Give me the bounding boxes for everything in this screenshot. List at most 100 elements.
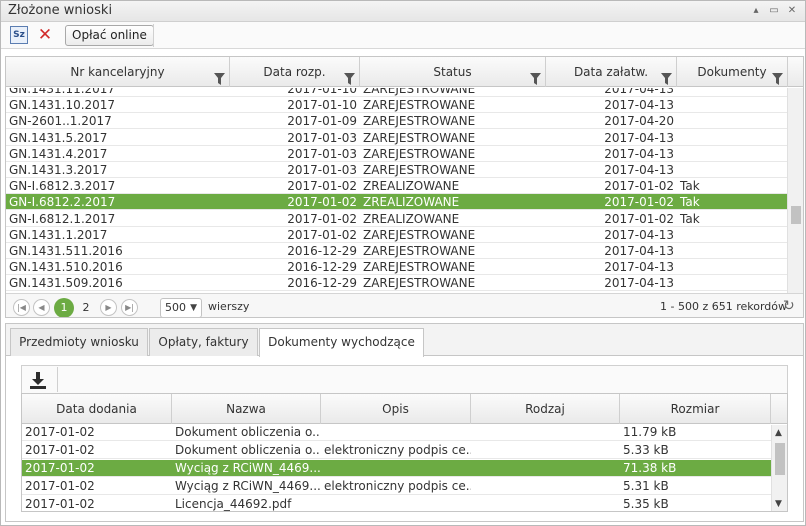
page-1-button[interactable]: 1 [54,298,74,317]
prev-page-icon[interactable]: ◀ [33,299,50,316]
pager: |◀ ◀ 1 2 ▶ ▶| 500 ▼ wierszy 1 - 500 z 65… [6,293,803,317]
table-row[interactable]: GN-I.6812.3.2017 2017-01-02 ZREALIZOWANE 20… [6,178,787,195]
filter-icon[interactable] [214,66,225,85]
table-cell: 2017-01-02 [25,497,95,511]
table-cell: 71.38 kB [623,461,677,475]
table-cell [677,146,787,162]
table-cell: ZAREJESTROWANE [363,88,476,96]
table-cell: 2017-04-13 [604,260,674,275]
filter-icon[interactable] [772,66,783,85]
table-row[interactable]: GN-I.6812.2.2017 2017-01-02 ZREALIZOWANE 20… [6,194,787,211]
table-cell: Wyciąg z RCiWN_4469... [175,461,321,475]
table-cell: 2017-01-03 [287,146,357,161]
table-cell: 2017-01-10 [287,88,357,96]
table-row[interactable]: GN.1431.4.2017 2017-01-03 ZAREJESTROWANE 20… [6,146,787,162]
tab-payments[interactable]: Opłaty, faktury [149,328,258,356]
table-cell: ZAREJESTROWANE [363,130,476,145]
column-header[interactable]: Status [360,57,546,87]
table-cell: 2017-01-03 [287,163,357,177]
column-header[interactable]: Rozmiar [620,394,771,424]
table-cell: ZAREJESTROWANE [363,276,476,291]
scrollbar-thumb[interactable] [775,443,785,475]
column-header[interactable]: Data dodania [22,394,172,424]
table-cell: 2017-01-02 [287,179,357,194]
table-row[interactable]: GN.1431.5.2017 2017-01-03 ZAREJESTROWANE 20… [6,130,787,146]
collapse-icon[interactable]: ▴ [749,4,763,18]
tab-items[interactable]: Przedmioty wniosku [10,328,148,356]
table-cell: 2017-01-02 [25,461,95,475]
column-header[interactable]: Opis [321,394,471,424]
column-header[interactable]: Nr kancelaryjny [6,57,230,87]
column-header[interactable]: Data rozp. [230,57,360,87]
table-cell: 2017-04-13 [604,88,674,96]
column-header[interactable]: Rodzaj [471,394,620,424]
table-row[interactable]: 2017-01-02 Dokument obliczenia o... 11.79 … [22,425,771,441]
table-row[interactable]: GN.1431.3.2017 2017-01-03 ZAREJESTROWANE 20… [6,162,787,178]
column-header[interactable]: Data załatw. [546,57,677,87]
table-row[interactable]: 2017-01-02 Wyciąg z RCiWN_4469... 71.38 kB [22,460,771,477]
table-cell: Dokument obliczenia o... [175,425,321,439]
table-cell [677,97,787,113]
documents-grid-header: Data dodania Nazwa Opis Rodzaj Rozmiar [22,394,787,424]
scrollbar-thumb[interactable] [791,206,801,224]
table-cell [471,478,620,495]
table-cell: ZAREJESTROWANE [363,146,476,161]
documents-scrollbar[interactable]: ▲ ▼ [771,425,787,511]
table-row[interactable]: 2017-01-02 Dokument obliczenia o... elektr… [22,442,771,459]
table-cell: GN-2601..1.2017 [9,114,112,129]
close-icon[interactable]: ✕ [785,4,799,18]
refresh-icon[interactable]: ↻ [783,298,795,314]
filter-icon[interactable] [344,66,355,85]
table-row[interactable]: GN-2601..1.2017 2017-01-09 ZAREJESTROWANE 2… [6,113,787,130]
table-row[interactable]: GN.1431.510.2016 2016-12-29 ZAREJESTROWANE… [6,259,787,276]
scroll-down-icon[interactable]: ▼ [775,499,782,509]
column-header-label: Rodzaj [525,402,565,416]
column-header-label: Rozmiar [670,402,720,416]
table-row[interactable]: 2017-01-02 Wyciąg z RCiWN_4469... elektron… [22,478,771,495]
column-header-label: Nazwa [226,402,266,416]
table-cell: ZREALIZOWANE [363,179,460,194]
scroll-up-icon[interactable]: ▲ [775,428,782,438]
table-cell: GN.1431.4.2017 [9,146,108,161]
column-header[interactable]: Dokumenty [677,57,788,87]
download-icon[interactable] [26,368,50,392]
filter-icon[interactable] [530,66,541,85]
grid-scrollbar[interactable] [787,88,803,293]
table-cell [677,275,787,291]
tab-outgoing-documents[interactable]: Dokumenty wychodzące [259,328,424,357]
page-size-select[interactable]: 500 ▼ [160,298,202,317]
table-row[interactable]: GN.1431.1.2017 2017-01-02 ZAREJESTROWANE 20… [6,227,787,243]
column-header[interactable]: Nazwa [172,394,321,424]
grid-body[interactable]: GN.1431.11.2017 2017-01-10 ZAREJESTROWANE 2… [6,88,787,293]
chevron-down-icon: ▼ [190,303,197,313]
table-cell: 5.31 kB [623,479,669,493]
documents-toolbar [21,365,788,393]
table-cell: 2017-01-02 [287,195,357,210]
maximize-icon[interactable]: ▭ [767,4,781,18]
grid-header: Nr kancelaryjny Data rozp. Status Data zała… [6,57,803,87]
pay-online-button[interactable]: Opłać online [65,25,154,46]
next-page-icon[interactable]: ▶ [100,299,117,316]
delete-icon[interactable]: ✕ [35,25,55,45]
documents-grid-body[interactable]: 2017-01-02 Dokument obliczenia o... 11.79 … [22,425,771,511]
sz-icon[interactable]: Sz [10,26,28,44]
table-row[interactable]: GN.1431.509.2016 2016-12-29 ZAREJESTROWANE… [6,275,787,292]
table-row[interactable]: GN.1431.511.2016 2016-12-29 ZAREJESTROWANE… [6,243,787,259]
first-page-icon[interactable]: |◀ [13,299,30,316]
table-cell: 2017-04-13 [604,98,674,113]
table-cell: Tak [680,179,700,194]
table-row[interactable]: GN.1431.10.2017 2017-01-10 ZAREJESTROWANE 2… [6,97,787,114]
filter-icon[interactable] [661,66,672,85]
table-cell: GN.1431.5.2017 [9,130,108,145]
table-row[interactable]: 2017-01-02 Licencja_44692.pdf 5.35 kB [22,496,771,511]
page-2-button[interactable]: 2 [76,298,96,317]
table-cell: GN.1431.1.2017 [9,227,108,242]
table-cell: GN-I.6812.3.2017 [9,179,116,194]
table-cell: ZAREJESTROWANE [363,114,476,129]
table-row[interactable]: GN.1431.11.2017 2017-01-10 ZAREJESTROWANE 2… [6,88,787,97]
table-cell: elektroniczny podpis ce... [324,479,471,493]
title-bar: Złożone wnioski ▴ ▭ ✕ [1,1,805,22]
last-page-icon[interactable]: ▶| [121,299,138,316]
table-row[interactable]: GN-I.6812.1.2017 2017-01-02 ZREALIZOWANE 20… [6,211,787,227]
table-cell: Licencja_44692.pdf [175,497,292,511]
